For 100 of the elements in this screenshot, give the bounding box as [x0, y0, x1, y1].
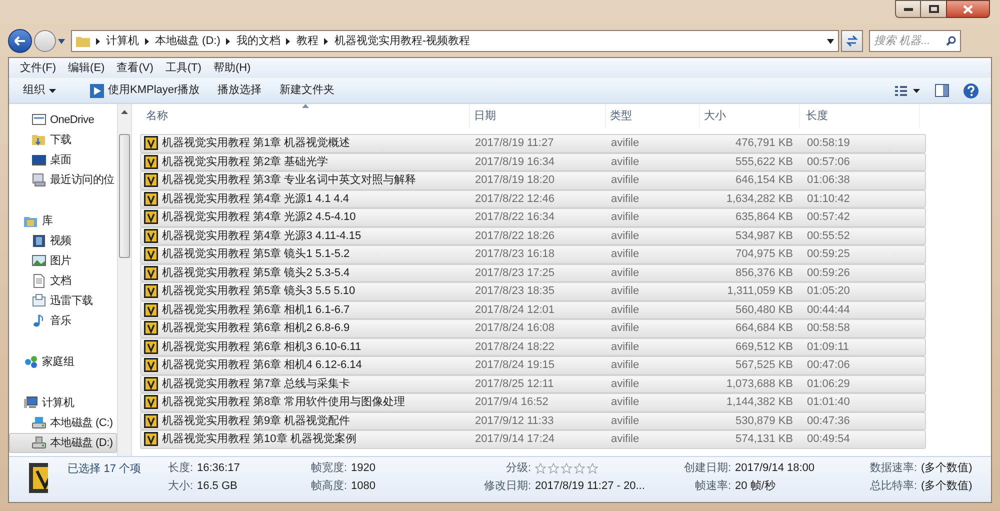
- file-type: avifile: [610, 154, 640, 170]
- file-row[interactable]: 机器视觉实用教程 第9章 机器视觉配件 2017/9/12 11:33 avifile 530,879 KB 00:47:36: [140, 412, 926, 430]
- file-row[interactable]: 机器视觉实用教程 第4章 光源3 4.11-4.15 2017/8/22 18:26 avifile 534,987 KB 00:55:52: [140, 226, 926, 245]
- chevron-icon[interactable]: [324, 38, 328, 44]
- file-row[interactable]: 机器视觉实用教程 第5章 镜头2 5.3-5.4 2017/8/23 17:25 avifile 856,376 KB 00:59:26: [140, 264, 926, 282]
- column-header[interactable]: 名称: [140, 104, 470, 128]
- nav-item[interactable]: OneDrive: [9, 110, 117, 130]
- menu-item[interactable]: 文件(F): [15, 60, 62, 76]
- menu-item[interactable]: 查看(V): [112, 60, 158, 76]
- file-row[interactable]: 机器视觉实用教程 第6章 相机4 6.12-6.14 2017/8/24 19:15 avifile 567,525 KB 00:47:06: [140, 356, 926, 374]
- file-name: 机器视觉实用教程 第6章 相机3 6.10-6.11: [162, 340, 362, 354]
- file-row[interactable]: 机器视觉实用教程 第6章 相机2 6.8-6.9 2017/8/24 16:08 avifile 664,684 KB 00:58:58: [140, 319, 926, 338]
- toolbar-button[interactable]: 新建文件夹: [274, 80, 341, 100]
- column-header[interactable]: 日期: [470, 104, 606, 128]
- video-file-icon: [144, 340, 158, 354]
- file-row[interactable]: 机器视觉实用教程 第7章 总线与采集卡 2017/8/25 12:11 avifile 1,073,688 KB 01:06:29: [140, 374, 926, 393]
- nav-item[interactable]: 最近访问的位: [9, 170, 117, 190]
- field-value: 2017/9/14 18:00: [735, 460, 815, 476]
- video-file-icon: [144, 192, 158, 206]
- file-row[interactable]: 机器视觉实用教程 第10章 机器视觉案例 2017/9/14 17:24 avifile 574,131 KB 00:49:54: [140, 430, 926, 448]
- search-field[interactable]: 搜索 机器...: [869, 30, 961, 52]
- toolbar-button[interactable]: 使用KMPlayer播放: [84, 80, 206, 100]
- file-date: 2017/8/24 19:15: [474, 358, 556, 373]
- video-icon: [32, 234, 46, 248]
- back-button[interactable]: [8, 29, 32, 53]
- menu-item[interactable]: 帮助(H): [208, 60, 256, 76]
- nav-item[interactable]: 文档: [9, 271, 117, 291]
- file-type: avifile: [610, 414, 640, 428]
- star-rating[interactable]: [535, 462, 598, 474]
- file-name: 机器视觉实用教程 第10章 机器视觉案例: [162, 432, 356, 447]
- column-header[interactable]: 类型: [606, 104, 700, 128]
- file-length: 01:05:20: [806, 284, 851, 299]
- breadcrumb[interactable]: 本地磁盘 (D:): [155, 32, 220, 50]
- scrollbar-thumb[interactable]: [119, 134, 130, 258]
- address-bar[interactable]: 计算机 本地磁盘 (D:) 我的文档 教程 机器视觉实用教程-视频教程: [71, 30, 839, 52]
- menu-item[interactable]: 工具(T): [160, 60, 206, 76]
- nav-item[interactable]: 下载: [9, 130, 117, 150]
- nav-scrollbar[interactable]: [117, 104, 132, 456]
- file-name: 机器视觉实用教程 第2章 基础光学: [162, 154, 328, 170]
- desktop-icon: [32, 153, 46, 167]
- breadcrumb[interactable]: 机器视觉实用教程-视频教程: [334, 32, 470, 50]
- nav-item[interactable]: 家庭组: [9, 352, 117, 372]
- file-name: 机器视觉实用教程 第6章 相机1 6.1-6.7: [162, 302, 350, 318]
- refresh-icon: [846, 35, 858, 47]
- maximize-button[interactable]: [921, 0, 946, 18]
- refresh-button[interactable]: [841, 30, 863, 52]
- file-row[interactable]: 机器视觉实用教程 第2章 基础光学 2017/8/19 16:34 avifile 555,622 KB 00:57:06: [140, 152, 926, 171]
- nav-item[interactable]: 计算机: [9, 393, 117, 413]
- nav-item[interactable]: 音乐: [9, 311, 117, 331]
- dropdown-arrow-icon[interactable]: [827, 38, 834, 44]
- file-type: avifile: [610, 210, 640, 225]
- file-length: 00:59:26: [806, 266, 851, 280]
- breadcrumb[interactable]: 教程: [296, 32, 318, 50]
- help-icon[interactable]: [963, 82, 979, 98]
- file-name: 机器视觉实用教程 第5章 镜头2 5.3-5.4: [162, 266, 350, 280]
- chevron-icon[interactable]: [96, 38, 100, 44]
- toolbar-button[interactable]: 播放选择: [212, 80, 268, 100]
- file-row[interactable]: 机器视觉实用教程 第6章 相机3 6.10-6.11 2017/8/24 18:22 avifile 669,512 KB 01:09:11: [140, 338, 926, 356]
- file-row[interactable]: 机器视觉实用教程 第8章 常用软件使用与图像处理 2017/9/4 16:52 avifile 1,144,382 KB 01:01:40: [140, 393, 926, 412]
- file-type: avifile: [610, 321, 640, 336]
- field-label: 创建日期:: [682, 460, 731, 476]
- nav-item[interactable]: 图片: [9, 251, 117, 271]
- file-row[interactable]: 机器视觉实用教程 第3章 专业名词中英文对照与解释 2017/8/19 18:20 avifile 646,154 KB 01:06:38: [140, 171, 926, 190]
- view-options-icon[interactable]: [895, 86, 921, 96]
- close-button[interactable]: [946, 0, 990, 18]
- minimize-icon: [904, 8, 912, 10]
- picture-icon: [32, 254, 46, 268]
- toolbar-button[interactable]: 组织: [17, 80, 62, 100]
- chevron-icon[interactable]: [286, 38, 290, 44]
- column-header[interactable]: 大小: [700, 104, 800, 128]
- file-size: 560,480 KB: [734, 302, 794, 318]
- file-row[interactable]: 机器视觉实用教程 第6章 相机1 6.1-6.7 2017/8/24 12:01 avifile 560,480 KB 00:44:44: [140, 300, 926, 319]
- nav-item[interactable]: 本地磁盘 (D:): [9, 433, 117, 453]
- video-file-icon: [144, 247, 158, 262]
- history-dropdown-icon[interactable]: [58, 38, 65, 44]
- file-row[interactable]: 机器视觉实用教程 第4章 光源2 4.5-4.10 2017/8/22 16:34 avifile 635,864 KB 00:57:42: [140, 208, 926, 226]
- file-date: 2017/8/19 16:34: [474, 154, 556, 170]
- nav-item[interactable]: 迅雷下载: [9, 291, 117, 311]
- nav-item[interactable]: 视频: [9, 231, 117, 251]
- menu-item[interactable]: 编辑(E): [63, 60, 110, 76]
- preview-pane-icon[interactable]: [935, 84, 949, 97]
- breadcrumb[interactable]: 我的文档: [236, 32, 280, 50]
- nav-item[interactable]: 库: [9, 211, 117, 231]
- file-row[interactable]: 机器视觉实用教程 第1章 机器视觉概述 2017/8/19 11:27 avifile 476,791 KB 00:58:19: [140, 134, 926, 152]
- column-header[interactable]: 长度: [800, 104, 920, 128]
- chevron-icon[interactable]: [145, 38, 149, 44]
- minimize-button[interactable]: [895, 0, 921, 18]
- file-length: 00:47:36: [806, 414, 851, 428]
- chevron-icon[interactable]: [226, 38, 230, 44]
- file-row[interactable]: 机器视觉实用教程 第5章 镜头1 5.1-5.2 2017/8/23 16:18 avifile 704,975 KB 00:59:25: [140, 245, 926, 264]
- selection-summary: 已选择 17 个项: [68, 462, 141, 477]
- nav-item[interactable]: 桌面: [9, 150, 117, 170]
- hard-drive-icon: [32, 416, 46, 430]
- nav-item[interactable]: 本地磁盘 (C:): [9, 413, 117, 433]
- file-row[interactable]: 机器视觉实用教程 第4章 光源1 4.1 4.4 2017/8/22 12:46 avifile 1,634,282 KB 01:10:42: [140, 190, 926, 208]
- file-row[interactable]: 机器视觉实用教程 第5章 镜头3 5.5 5.10 2017/8/23 18:35 avifile 1,311,059 KB 01:05:20: [140, 282, 926, 300]
- field-value: 2017/8/19 11:27 - 20...: [535, 478, 645, 494]
- breadcrumb[interactable]: 计算机: [106, 32, 139, 50]
- file-type: avifile: [610, 395, 640, 410]
- field-value: (多个数值): [921, 478, 972, 494]
